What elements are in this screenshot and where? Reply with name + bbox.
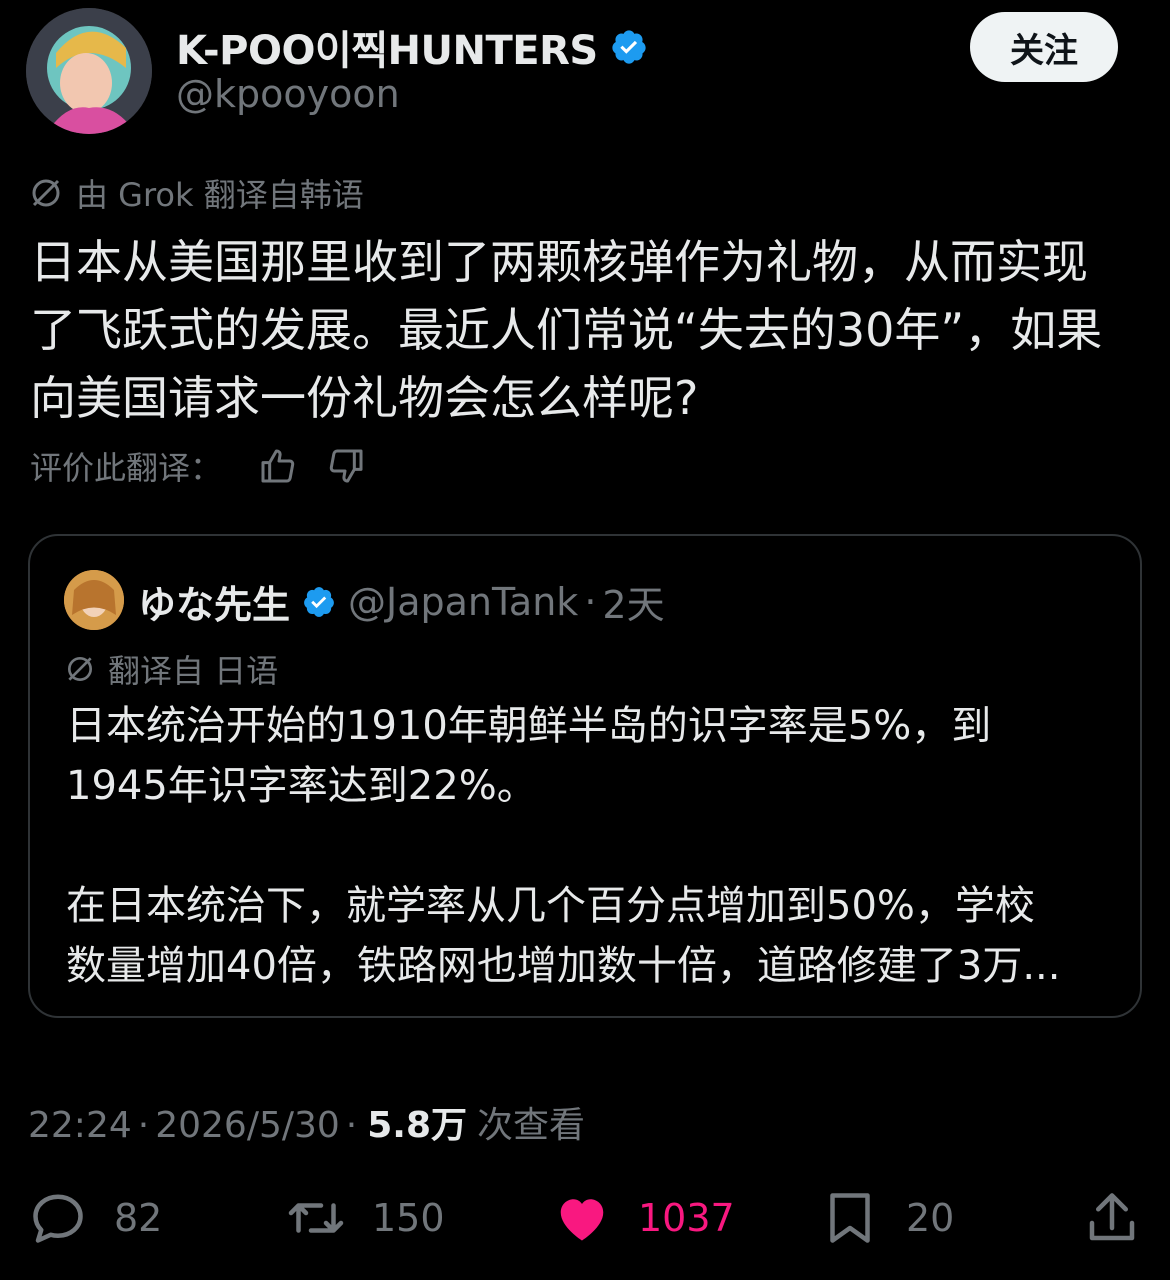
author-avatar[interactable]: [26, 8, 152, 134]
quoted-author-name[interactable]: ゆな先生: [138, 574, 290, 629]
quoted-author-avatar[interactable]: [64, 570, 124, 630]
tweet-text: 日本从美国那里收到了两颗核弹作为礼物，从而实现 了飞跃式的发展。最近人们常说“失…: [30, 235, 1103, 425]
separator-dot: ·: [137, 1105, 150, 1146]
tweet-time: 22:24: [28, 1105, 132, 1146]
quoted-tweet-time: 2天: [602, 583, 665, 627]
tweet-date[interactable]: 2026/5/30: [155, 1105, 340, 1146]
retweet-icon: [288, 1203, 344, 1233]
reply-count: 82: [114, 1196, 163, 1240]
retweet-count: 150: [372, 1196, 445, 1240]
thumbs-up-icon[interactable]: [258, 446, 298, 486]
author-handle[interactable]: @kpooyoon: [176, 72, 400, 116]
retweet-button[interactable]: 150: [286, 1188, 445, 1248]
reply-icon: [33, 1194, 83, 1243]
separator-dot: ·: [584, 579, 597, 624]
bookmark-icon: [830, 1193, 870, 1243]
author-display-name[interactable]: K-POO이찍HUNTERS: [176, 18, 598, 76]
verified-badge-icon: [304, 586, 334, 617]
action-bar: 82 150 1037 20: [0, 1188, 1170, 1258]
author-name-row: K-POO이찍HUNTERS: [176, 18, 648, 76]
rate-translation-label: 评价此翻译：: [30, 449, 223, 487]
thumbs-down-icon[interactable]: [326, 446, 366, 486]
like-button[interactable]: 1037: [552, 1188, 735, 1248]
heart-filled-icon: [560, 1199, 604, 1241]
share-button[interactable]: [1082, 1188, 1168, 1248]
rate-translation-row: 评价此翻译：: [30, 443, 366, 489]
view-count: 5.8万: [367, 1105, 468, 1146]
quoted-tweet-card[interactable]: ゆな先生 @JapanTank · 2天 翻译自 日语 日本统治开始的1910年…: [28, 534, 1142, 1018]
quoted-translation-note[interactable]: 翻译自 日语: [64, 646, 278, 692]
bookmark-button[interactable]: 20: [820, 1188, 954, 1248]
separator-dot: ·: [345, 1105, 358, 1146]
tweet-meta: 22:24 · 2026/5/30 · 5.8万 次查看: [28, 1096, 585, 1148]
quoted-author-handle[interactable]: @JapanTank: [348, 580, 578, 624]
tweet-detail-page: K-POO이찍HUNTERS @kpooyoon 关注 由 Grok 翻译自韩语…: [0, 0, 1170, 1280]
view-count-label: 次查看: [477, 1105, 586, 1146]
quoted-author-row: ゆな先生 @JapanTank · 2天: [138, 574, 665, 629]
verified-badge-icon: [612, 30, 646, 64]
quoted-tweet-text: 日本统治开始的1910年朝鲜半岛的识字率是5%，到 1945年识字率达到22%。…: [66, 703, 1061, 989]
follow-button[interactable]: 关注: [970, 12, 1118, 82]
translate-icon: [32, 179, 60, 207]
like-count: 1037: [638, 1196, 735, 1240]
quoted-translation-label: 翻译自 日语: [108, 652, 279, 690]
reply-button[interactable]: 82: [28, 1188, 162, 1248]
bookmark-count: 20: [906, 1196, 955, 1240]
translate-icon: [68, 657, 92, 681]
translation-note[interactable]: 由 Grok 翻译自韩语: [28, 170, 364, 216]
translation-note-label: 由 Grok 翻译自韩语: [76, 176, 364, 214]
share-icon: [1089, 1193, 1135, 1241]
